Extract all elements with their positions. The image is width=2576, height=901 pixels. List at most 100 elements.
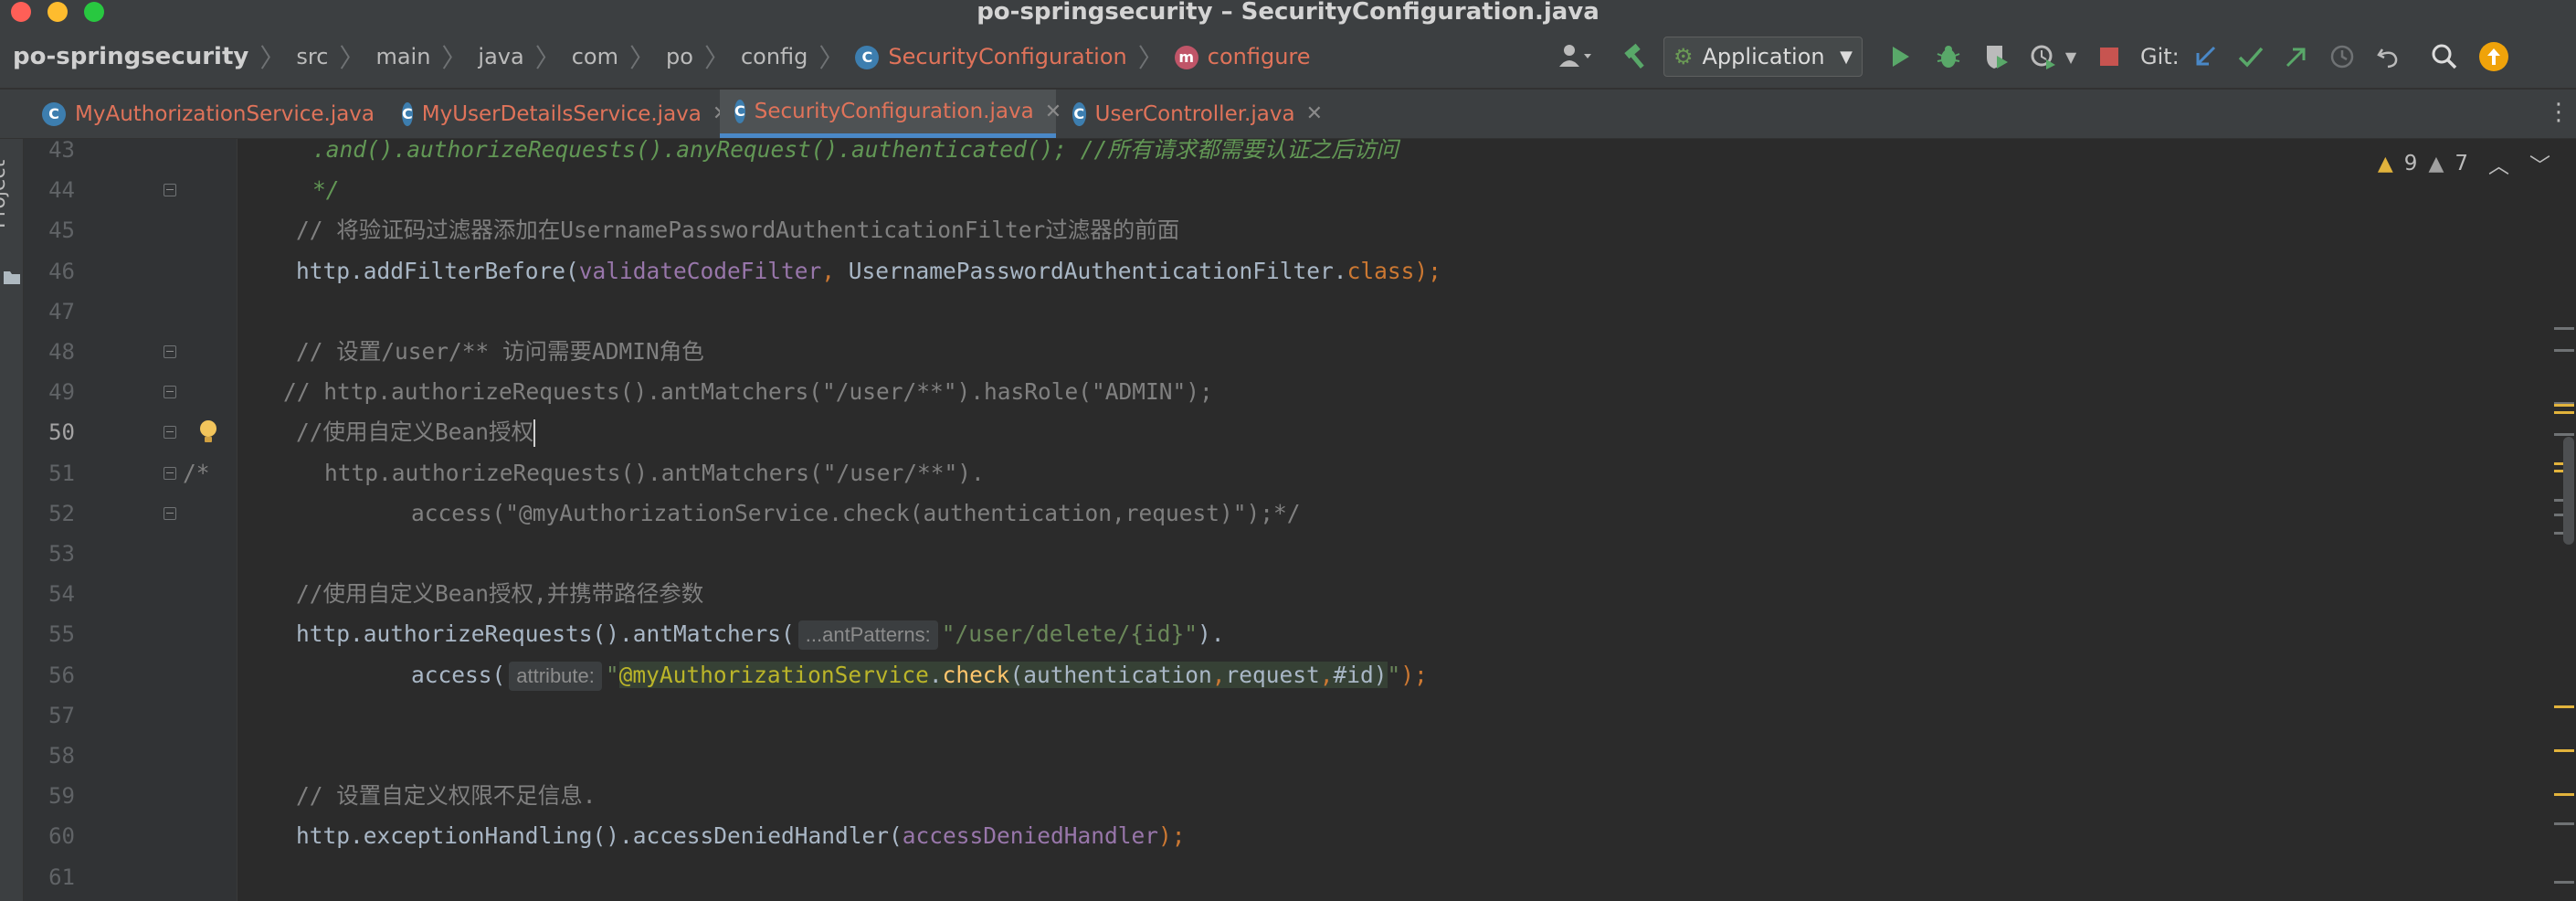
breadcrumb-main[interactable]: main (372, 44, 434, 69)
breadcrumb-config[interactable]: config (737, 44, 811, 69)
line-number[interactable]: 55 (24, 614, 75, 654)
line-number[interactable]: 46 (24, 251, 75, 292)
fold-marker-icon[interactable] (164, 184, 176, 197)
search-icon[interactable] (2426, 38, 2463, 75)
ide-updates-icon[interactable] (2476, 38, 2512, 75)
line-number[interactable]: 59 (24, 776, 75, 816)
class-icon: C (42, 101, 66, 126)
profiler-icon[interactable] (2025, 38, 2062, 75)
tab-security-configuration[interactable]: C SecurityConfiguration.java ✕ (720, 90, 1061, 138)
line-number[interactable]: 50 (24, 412, 75, 452)
line-number[interactable]: 57 (24, 695, 75, 736)
error-stripe-mark[interactable] (2554, 433, 2574, 436)
main-toolbar: ⚙ Application ▼ ▼ Git: (1548, 26, 2576, 88)
line-number[interactable]: 61 (24, 857, 75, 897)
fold-marker-icon[interactable] (164, 386, 176, 399)
line-number[interactable]: 45 (24, 210, 75, 250)
git-update-icon[interactable] (2187, 38, 2223, 75)
line-number[interactable]: 47 (24, 292, 75, 332)
error-stripe-mark[interactable] (2554, 749, 2574, 752)
more-tabs-icon[interactable]: ⋮ (2547, 99, 2571, 126)
tab-user-controller[interactable]: C UserController.java ✕ (1058, 90, 1323, 138)
code-text[interactable]: .and().authorizeRequests().anyRequest().… (312, 139, 1399, 170)
error-stripe-mark[interactable] (2554, 822, 2574, 825)
stop-icon[interactable] (2091, 38, 2127, 75)
run-icon[interactable] (1883, 38, 1919, 75)
breadcrumb-java[interactable]: java (474, 44, 527, 69)
line-number[interactable]: 60 (24, 816, 75, 856)
code-text[interactable]: // 将验证码过滤器添加在UsernamePasswordAuthenticat… (296, 210, 1179, 250)
inspections-widget[interactable]: ▲ 9 ▲ 7 ︿ ﹀ (2378, 148, 2550, 179)
tab-my-user-details-service[interactable]: C MyUserDetailsService.java ✕ (387, 90, 729, 138)
code-text[interactable]: // 设置/user/** 访问需要ADMIN角色 (296, 332, 704, 372)
error-stripe-mark[interactable] (2554, 705, 2574, 708)
error-stripe-mark[interactable] (2554, 327, 2574, 330)
error-stripe-mark[interactable] (2554, 411, 2574, 414)
code-text[interactable]: //使用自定义Bean授权,并携带路径参数 (296, 574, 703, 614)
code-text[interactable]: http.exceptionHandling().accessDeniedHan… (296, 816, 1186, 856)
breadcrumb-class[interactable]: C SecurityConfiguration (851, 44, 1130, 69)
breadcrumb-src[interactable]: src (292, 44, 332, 69)
line-number[interactable]: 49 (24, 372, 75, 412)
project-tool-window-label[interactable]: Project (0, 160, 10, 228)
run-with-coverage-icon[interactable] (1978, 38, 2014, 75)
line-number[interactable]: 56 (24, 655, 75, 695)
breadcrumb-project[interactable]: po-springsecurity (9, 43, 252, 70)
code-text[interactable]: http.addFilterBefore(validateCodeFilter,… (296, 251, 1441, 292)
code-token: */ (312, 176, 340, 204)
error-stripe-mark[interactable] (2554, 349, 2574, 352)
project-tool-window-strip[interactable]: Project (0, 90, 24, 901)
git-push-icon[interactable] (2278, 38, 2315, 75)
fold-marker-icon[interactable] (164, 466, 176, 480)
code-text[interactable]: //使用自定义Bean授权 (296, 412, 536, 452)
error-stripe-mark[interactable] (2554, 793, 2574, 796)
fold-marker-icon[interactable] (164, 345, 176, 358)
error-stripe-mark[interactable] (2554, 404, 2574, 407)
git-commit-icon[interactable] (2233, 38, 2269, 75)
next-highlight-icon[interactable]: ﹀ (2529, 148, 2550, 179)
git-rollback-icon[interactable] (2370, 38, 2406, 75)
class-icon: C (1072, 101, 1086, 126)
debug-icon[interactable] (1930, 38, 1967, 75)
close-tab-icon[interactable]: ✕ (1306, 102, 1323, 125)
line-number[interactable]: 51 (24, 453, 75, 493)
error-stripe-mark[interactable] (2554, 881, 2574, 884)
line-number[interactable]: 48 (24, 332, 75, 372)
code-text[interactable]: access("@myAuthorizationService.check(au… (411, 493, 1301, 534)
intention-bulb-icon[interactable] (197, 419, 219, 446)
line-number[interactable]: 54 (24, 574, 75, 614)
git-history-icon[interactable] (2324, 38, 2360, 75)
line-number[interactable]: 52 (24, 493, 75, 534)
breadcrumb-com[interactable]: com (568, 44, 622, 69)
chevron-down-icon: ▼ (1840, 47, 1853, 67)
code-text[interactable]: // http.authorizeRequests().antMatchers(… (283, 372, 1213, 412)
fold-marker-icon[interactable] (164, 426, 176, 440)
user-accounts-icon[interactable] (1548, 38, 1603, 75)
code-token: // 设置自定义权限不足信息. (296, 782, 596, 810)
line-number[interactable]: 44 (24, 170, 75, 210)
editor-scrollbar-thumb[interactable] (2563, 437, 2574, 545)
previous-highlight-icon[interactable]: ︿ (2488, 148, 2509, 179)
code-text[interactable]: */ (312, 170, 340, 210)
line-number[interactable]: 43 (24, 130, 75, 170)
code-text[interactable]: access(attribute: "@myAuthorizationServic… (411, 655, 1428, 695)
line-number[interactable]: 53 (24, 534, 75, 574)
code-text[interactable]: // 设置自定义权限不足信息. (296, 776, 596, 816)
breadcrumb-separator: 〉 (818, 43, 845, 73)
line-number[interactable]: 58 (24, 736, 75, 776)
build-hammer-icon[interactable] (1618, 38, 1654, 75)
warning-count: 9 (2403, 152, 2418, 175)
run-configuration-select[interactable]: ⚙ Application ▼ (1663, 37, 1863, 77)
code-text[interactable]: http.authorizeRequests().antMatchers("/u… (324, 453, 985, 493)
code-editor[interactable]: .and().authorizeRequests().anyRequest().… (238, 139, 2576, 901)
fold-marker-icon[interactable] (164, 506, 176, 520)
tab-my-authorization-service[interactable]: C MyAuthorizationService.java (27, 90, 391, 138)
code-text[interactable]: http.authorizeRequests().antMatchers(...… (296, 614, 1225, 654)
breadcrumb-po[interactable]: po (662, 44, 697, 69)
weak-warning-count: 7 (2455, 152, 2468, 175)
breadcrumb-method-label: configure (1207, 44, 1311, 69)
breadcrumb-method[interactable]: m configure (1171, 44, 1314, 69)
code-token: , (821, 257, 849, 284)
profiler-dropdown-chevron-icon[interactable]: ▼ (2062, 38, 2080, 75)
code-token: ); (1400, 661, 1428, 688)
